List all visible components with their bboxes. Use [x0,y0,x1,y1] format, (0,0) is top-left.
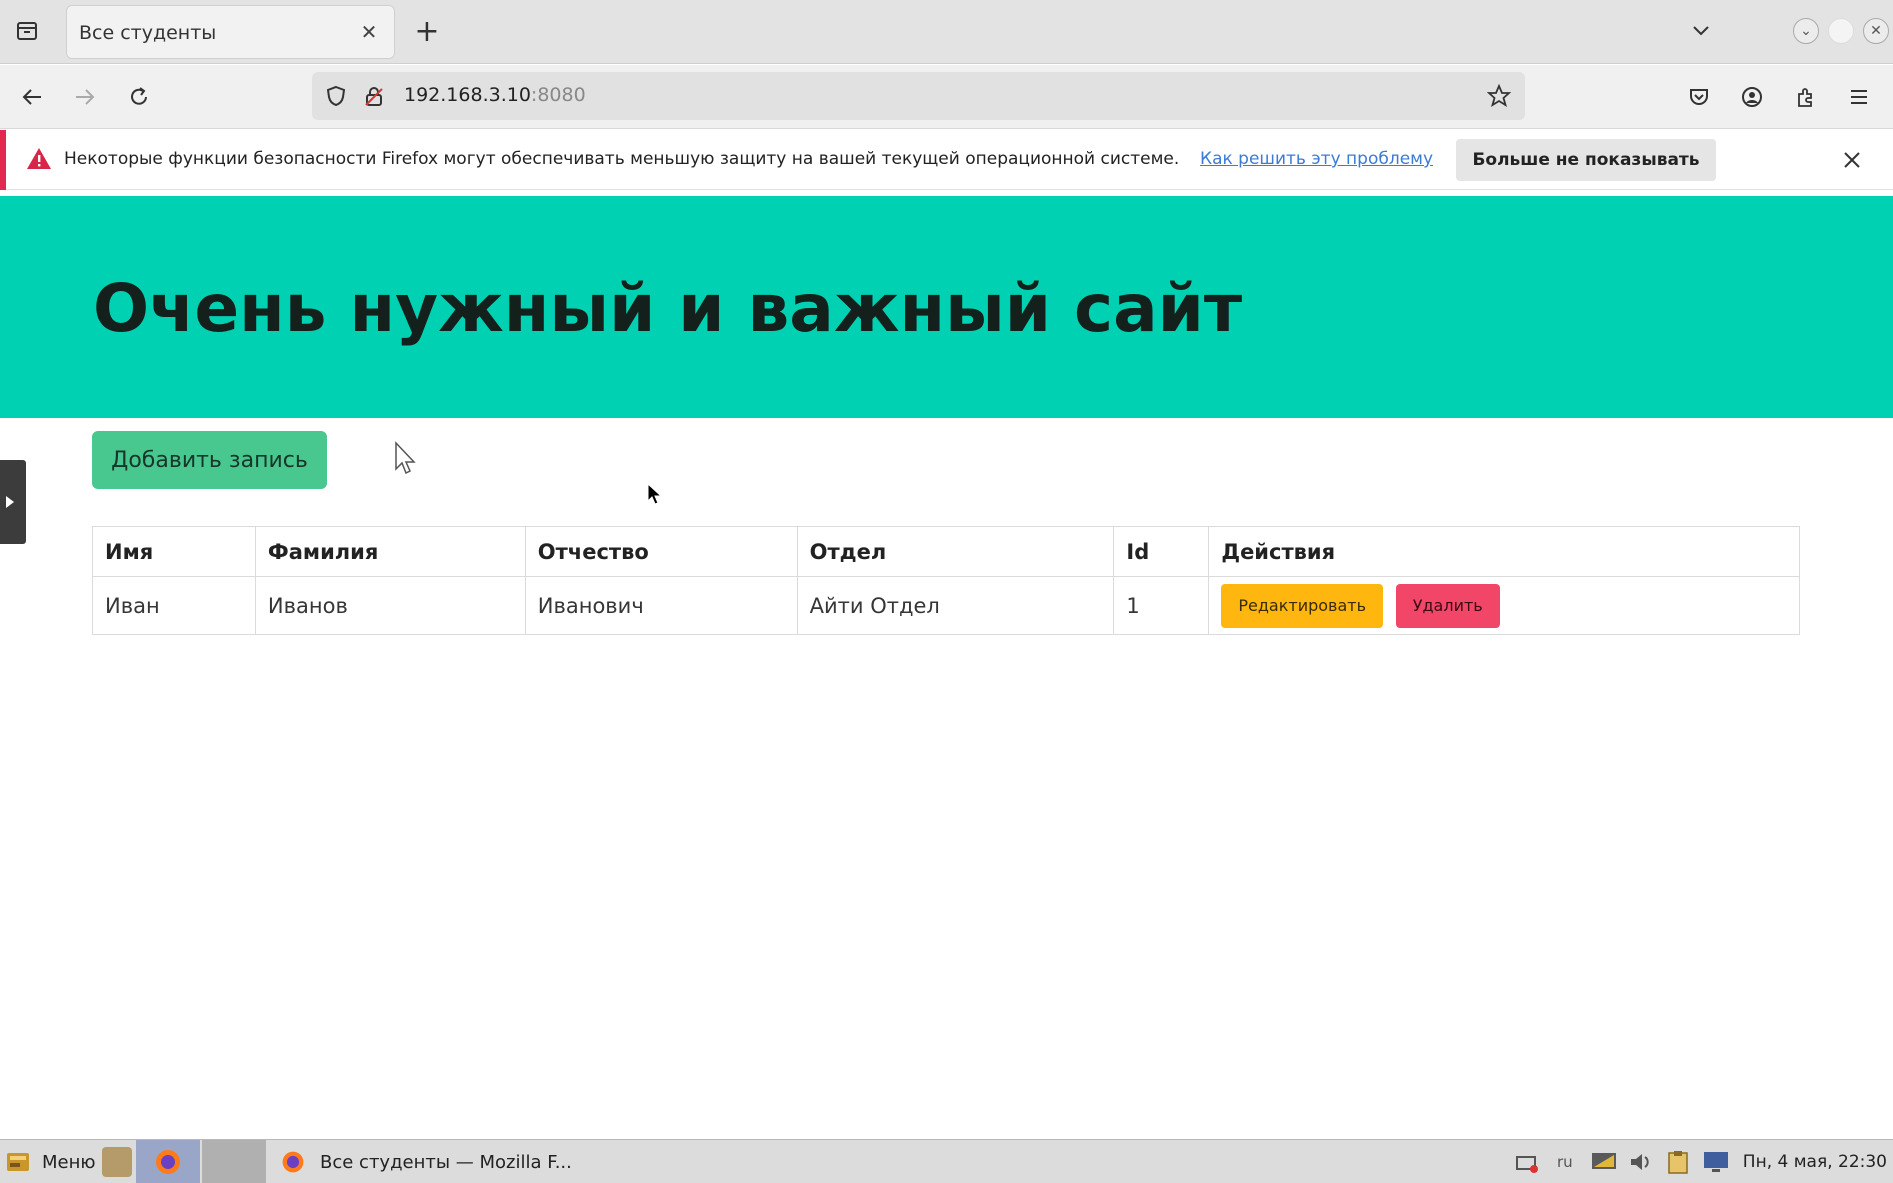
firefox-icon [282,1151,304,1173]
tab-strip: Все студенты ✕ + ⌄ ✕ [0,0,1893,64]
reload-button[interactable] [120,78,158,116]
cell-actions: Редактировать Удалить [1208,576,1800,635]
header-last-name: Фамилия [254,526,526,577]
os-taskbar: Меню Все студенты — Mozilla F... ru Пн, [0,1139,1893,1183]
add-record-button[interactable]: Добавить запись [92,431,327,489]
plus-icon: + [414,13,440,49]
students-table-container: Имя Фамилия Отчество Отдел Id Действия И… [92,526,1800,635]
notification-accent [0,130,6,190]
cell-department: Айти Отдел [796,576,1115,635]
shield-icon[interactable] [322,82,350,110]
table-row: Иван Иванов Иванович Айти Отдел 1 Редакт… [92,576,1800,635]
header-patronymic: Отчество [524,526,798,577]
file-manager-launcher[interactable] [102,1140,132,1183]
cell-id: 1 [1113,576,1210,635]
pocket-icon [1690,89,1708,105]
firefox-view-icon [17,22,37,40]
puzzle-icon [1798,88,1812,107]
bookmark-star-icon[interactable] [1485,82,1513,110]
page-title: Очень нужный и важный сайт [93,270,1243,347]
minimize-window-button[interactable]: ⌄ [1793,18,1819,44]
hamburger-menu-icon [1851,90,1867,104]
firefox-launcher[interactable] [136,1140,200,1183]
header-first-name: Имя [92,526,256,577]
delete-button[interactable]: Удалить [1395,583,1500,628]
close-window-button[interactable]: ✕ [1863,18,1889,44]
dont-show-again-button[interactable]: Больше не показывать [1456,139,1716,181]
new-tab-button[interactable]: + [410,13,444,49]
account-icon [1742,87,1762,107]
chevron-down-icon [1693,26,1709,36]
students-table: Имя Фамилия Отчество Отдел Id Действия И… [92,526,1800,635]
tray-network-icon[interactable] [1514,1140,1540,1183]
url-host: 192.168.3.10 [404,84,531,106]
url-bar[interactable]: 192.168.3.10:8080 [312,72,1525,120]
start-menu-icon [7,1153,29,1171]
tab-title: Все студенты [79,22,217,44]
tray-volume-icon[interactable] [1628,1140,1654,1183]
firefox-view-button[interactable] [10,14,44,48]
cursor-arrow-outline-icon [395,441,416,475]
tray-monitor-icon[interactable] [1590,1140,1618,1183]
tab-close-icon[interactable]: ✕ [356,19,382,45]
back-button[interactable] [13,78,51,116]
firefox-icon [156,1150,180,1174]
screen: Все студенты ✕ + ⌄ ✕ 192.168.3.10:8080 Н… [0,0,1893,1183]
notification-close-button[interactable] [1836,144,1868,176]
close-icon: ✕ [1870,23,1882,39]
reload-icon [131,87,147,105]
forward-button[interactable] [66,78,104,116]
tab-active[interactable]: Все студенты ✕ [66,5,395,59]
taskbar-clock[interactable]: Пн, 4 мая, 22:30 [1743,1152,1887,1172]
notification-help-link[interactable]: Как решить эту проблему [1200,149,1433,169]
edit-button[interactable]: Редактировать [1221,583,1384,628]
security-notification-bar: Некоторые функции безопасности Firefox м… [0,130,1893,190]
table-header-row: Имя Фамилия Отчество Отдел Id Действия [92,526,1800,577]
header-id: Id [1113,526,1210,577]
arrow-right-icon [76,89,95,105]
arrow-left-icon [22,89,41,105]
cell-patronymic: Иванович [524,576,798,635]
cell-last-name: Иванов [254,576,526,635]
folder-icon [102,1147,132,1177]
chevron-down-icon: ⌄ [1800,23,1812,39]
hero-banner: Очень нужный и важный сайт [0,196,1893,418]
url-port: :8080 [530,84,586,106]
account-button[interactable] [1733,78,1771,116]
pocket-button[interactable] [1680,78,1718,116]
url-text: 192.168.3.10:8080 [404,84,586,106]
start-menu-button[interactable]: Меню [4,1140,96,1183]
close-icon [1844,152,1860,168]
maximize-window-button[interactable] [1828,18,1854,44]
workspace-switcher[interactable] [202,1140,266,1183]
tray-clipboard-icon[interactable] [1666,1140,1690,1183]
navigation-toolbar: 192.168.3.10:8080 [0,65,1893,129]
list-all-tabs-button[interactable] [1684,14,1718,48]
extensions-button[interactable] [1787,78,1825,116]
header-actions: Действия [1208,526,1800,577]
insecure-lock-icon[interactable] [360,82,388,110]
sidebar-toggle-handle[interactable] [0,460,26,544]
start-menu-label: Меню [42,1151,96,1173]
cell-first-name: Иван [92,576,256,635]
cursor-arrow-icon [647,483,663,505]
app-menu-button[interactable] [1840,78,1878,116]
taskbar-window-title: Все студенты — Mozilla F... [320,1151,572,1173]
header-department: Отдел [796,526,1115,577]
tray-display-icon[interactable] [1702,1140,1730,1183]
warning-icon [27,148,51,169]
taskbar-window-firefox[interactable]: Все студенты — Mozilla F... [280,1140,572,1183]
tray-language[interactable]: ru [1557,1140,1573,1183]
notification-message: Некоторые функции безопасности Firefox м… [64,149,1180,169]
